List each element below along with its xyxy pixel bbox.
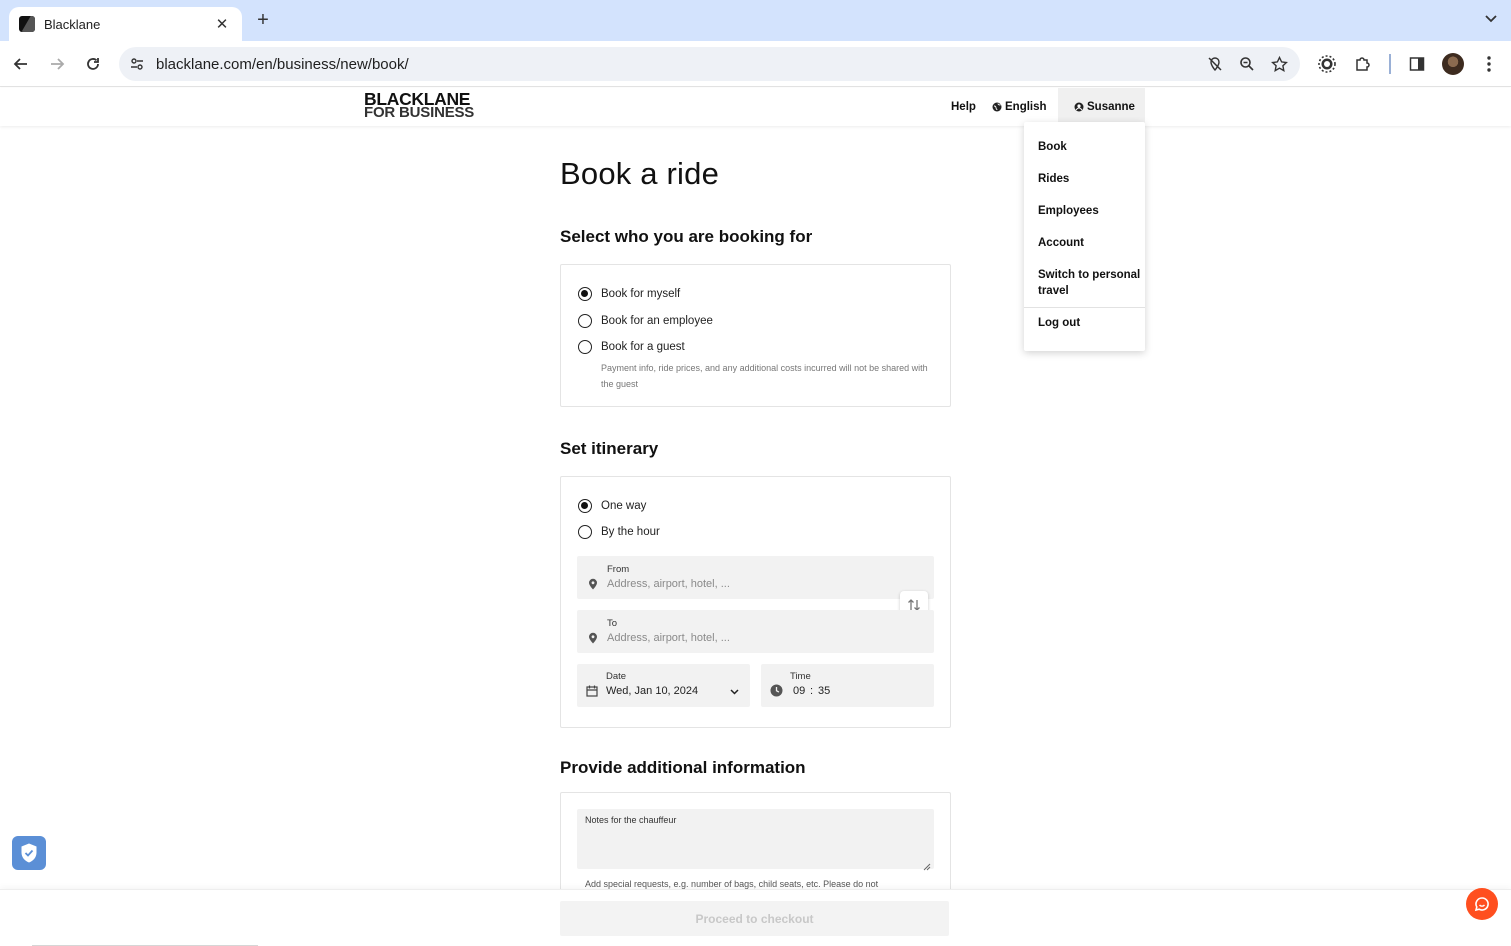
tab-search-chevron-icon[interactable] bbox=[1485, 12, 1497, 26]
menu-item-employees[interactable]: Employees bbox=[1038, 203, 1099, 219]
browser-toolbar: blacklane.com/en/business/new/book/ bbox=[0, 41, 1511, 87]
zoom-icon[interactable] bbox=[1236, 53, 1258, 75]
back-arrow-icon[interactable] bbox=[9, 52, 33, 76]
toolbar-divider bbox=[1389, 54, 1391, 74]
site-info-tune-icon[interactable] bbox=[127, 54, 147, 74]
radio-by-the-hour[interactable]: By the hour bbox=[578, 525, 660, 539]
extensions-puzzle-icon[interactable] bbox=[1351, 52, 1375, 76]
itinerary-card: One way By the hour From Address, airpor… bbox=[560, 476, 951, 728]
guest-help-text: Payment info, ride prices, and any addit… bbox=[601, 363, 928, 389]
close-icon[interactable]: ✕ bbox=[214, 15, 230, 33]
tab-title: Blacklane bbox=[44, 16, 101, 32]
chevron-down-icon bbox=[729, 687, 739, 697]
chauffeur-notes-textarea[interactable]: Notes for the chauffeur bbox=[577, 809, 934, 871]
menu-item-rides[interactable]: Rides bbox=[1038, 171, 1069, 187]
radio-book-guest[interactable]: Book for a guest bbox=[578, 340, 685, 354]
menu-item-logout[interactable]: Log out bbox=[1038, 315, 1080, 331]
menu-item-switch-line1: Switch to personal bbox=[1038, 269, 1141, 281]
radio-one-way[interactable]: One way bbox=[578, 499, 646, 513]
help-link[interactable]: Help bbox=[951, 88, 976, 126]
menu-item-book[interactable]: Book bbox=[1038, 139, 1067, 155]
time-field[interactable]: Time 09 : 35 bbox=[761, 664, 934, 707]
user-name: Susanne bbox=[1087, 101, 1135, 113]
resize-handle-icon[interactable] bbox=[923, 858, 931, 871]
radio-button[interactable] bbox=[578, 314, 592, 328]
browser-tab[interactable]: Blacklane ✕ bbox=[9, 7, 242, 41]
checkout-bar: Proceed to checkout bbox=[0, 889, 1511, 946]
proceed-to-checkout-button[interactable]: Proceed to checkout bbox=[560, 901, 949, 936]
globe-icon bbox=[992, 102, 1002, 112]
location-off-icon[interactable] bbox=[1204, 53, 1226, 75]
user-dropdown-menu: Book Rides Employees Account Switch to p… bbox=[1024, 122, 1145, 351]
additional-info-title: Provide additional information bbox=[560, 758, 806, 777]
user-menu-button[interactable]: Susanne bbox=[1074, 88, 1135, 126]
chat-bubble-icon[interactable] bbox=[1466, 888, 1498, 920]
user-icon bbox=[1074, 102, 1084, 112]
date-field[interactable]: Date Wed, Jan 10, 2024 bbox=[577, 664, 750, 707]
menu-item-account[interactable]: Account bbox=[1038, 235, 1084, 251]
site-header: BLACKLANE FOR BUSINESS Help English Susa… bbox=[0, 88, 1511, 126]
from-field[interactable]: From Address, airport, hotel, ... bbox=[577, 556, 934, 599]
new-tab-plus-icon[interactable]: + bbox=[252, 10, 274, 30]
location-pin-icon bbox=[587, 578, 599, 590]
calendar-icon bbox=[586, 685, 598, 697]
radio-button[interactable] bbox=[578, 525, 592, 539]
radio-button-checked[interactable] bbox=[578, 499, 592, 513]
radio-button-checked[interactable] bbox=[578, 287, 592, 301]
reload-icon[interactable] bbox=[81, 52, 105, 76]
to-field[interactable]: To Address, airport, hotel, ... bbox=[577, 610, 934, 653]
bookmark-star-icon[interactable] bbox=[1268, 53, 1290, 75]
radio-button[interactable] bbox=[578, 340, 592, 354]
privacy-shield-icon[interactable] bbox=[12, 836, 46, 870]
url-text: blacklane.com/en/business/new/book/ bbox=[156, 55, 409, 73]
radio-book-myself[interactable]: Book for myself bbox=[578, 287, 680, 301]
language-label: English bbox=[1005, 101, 1047, 113]
browser-tabstrip: Blacklane ✕ + bbox=[0, 0, 1511, 41]
menu-item-switch-line2: travel bbox=[1038, 285, 1069, 297]
side-panel-icon[interactable] bbox=[1405, 52, 1429, 76]
additional-info-card: Notes for the chauffeur Add special requ… bbox=[560, 792, 951, 902]
itinerary-title: Set itinerary bbox=[560, 439, 659, 458]
notes-help-text: Add special requests, e.g. number of bag… bbox=[585, 879, 879, 889]
booking-for-title: Select who you are booking for bbox=[560, 227, 813, 246]
radio-book-employee[interactable]: Book for an employee bbox=[578, 314, 713, 328]
blacklane-logo[interactable]: BLACKLANE FOR BUSINESS bbox=[364, 90, 474, 120]
extension-gear-icon[interactable] bbox=[1315, 52, 1339, 76]
language-selector[interactable]: English bbox=[992, 88, 1047, 126]
blacklane-favicon-icon bbox=[19, 16, 35, 32]
profile-avatar[interactable] bbox=[1442, 53, 1464, 75]
page-title: Book a ride bbox=[560, 156, 720, 191]
menu-item-switch-personal[interactable]: Switch to personal travel bbox=[1038, 267, 1140, 299]
kebab-menu-icon[interactable] bbox=[1477, 52, 1501, 76]
location-pin-icon bbox=[587, 632, 599, 644]
booking-for-card: Book for myself Book for an employee Boo… bbox=[560, 264, 951, 407]
time-separator: : bbox=[810, 685, 814, 697]
time-hours[interactable]: 09 bbox=[793, 685, 805, 697]
menu-separator bbox=[1024, 307, 1145, 308]
clock-icon bbox=[770, 684, 783, 697]
address-bar[interactable]: blacklane.com/en/business/new/book/ bbox=[119, 47, 1300, 81]
time-minutes[interactable]: 35 bbox=[818, 685, 830, 697]
forward-arrow-icon[interactable] bbox=[45, 52, 69, 76]
